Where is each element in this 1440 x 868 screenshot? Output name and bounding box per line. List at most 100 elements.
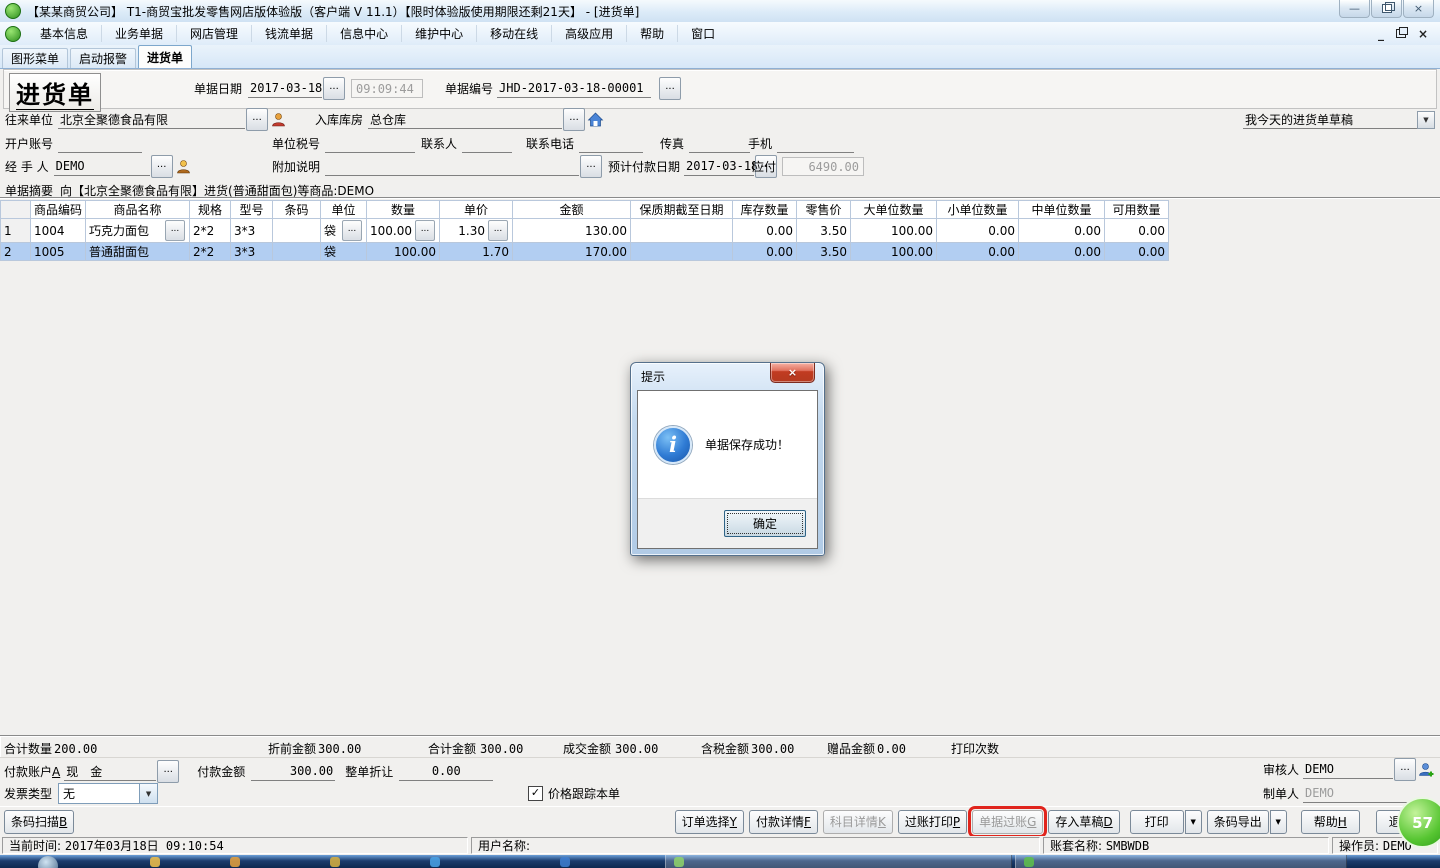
taskbar-icon[interactable] [150,857,160,867]
menu-item-cashflow-docs[interactable]: 钱流单据 [252,25,327,42]
fax-input[interactable] [689,135,750,153]
items-table: 商品编码 商品名称 规格 型号 条码 单位 数量 单价 金额 保质期截至日期 库… [0,200,1169,261]
warehouse-input[interactable]: 总仓库 [368,111,562,129]
post-print-button[interactable]: 过账打印P [898,810,967,834]
price-track-option[interactable]: 价格跟踪本单 [528,784,620,803]
draft-dropdown-arrow-icon[interactable]: ▼ [1417,111,1435,129]
menu-item-basic-info[interactable]: 基本信息 [27,25,102,42]
info-icon: i [654,426,692,464]
taskbar-icon[interactable] [330,857,340,867]
barcode-export-button[interactable]: 条码导出 [1207,810,1269,834]
qty-picker-button[interactable]: ... [415,220,435,241]
barcode-scan-button[interactable]: 条码扫描B [4,810,74,834]
col-header: 大单位数量 [851,201,937,219]
menu-item-business-docs[interactable]: 业务单据 [102,25,177,42]
vendor-person-icon[interactable] [270,112,287,128]
status-bar: 当前时间: 2017年03月18日 09:10:54 用户名称: 账套名称: S… [0,836,1440,855]
restore-button[interactable] [1371,0,1402,18]
warehouse-home-icon[interactable] [587,112,604,128]
mdi-close-button[interactable]: × [1418,27,1428,41]
invoice-type-select[interactable]: 无 ▼ [58,783,158,804]
vendor-picker-button[interactable]: ... [246,108,268,131]
discount-input[interactable]: 0.00 [399,763,493,781]
tel-input[interactable] [579,135,643,153]
taskbar-icon[interactable] [230,857,240,867]
print-dropdown-arrow-icon[interactable]: ▼ [1185,810,1202,834]
handler-picker-button[interactable]: ... [151,155,173,178]
doc-no-label: 单据编号 [445,80,493,97]
taskbar-app-button[interactable] [1015,855,1347,868]
tab-graphic-menu[interactable]: 图形菜单 [2,48,68,68]
tab-startup-alarm[interactable]: 启动报警 [70,48,136,68]
menu-item-advanced[interactable]: 高级应用 [552,25,627,42]
taskbar-icon[interactable] [430,857,440,867]
order-select-button[interactable]: 订单选择Y [675,810,744,834]
tax-no-input[interactable] [325,135,415,153]
print-button[interactable]: 打印 [1130,810,1184,834]
taxed-amount-label: 含税金额 [701,740,749,757]
doc-date-field[interactable]: 2017-03-18 [248,80,322,98]
row-header-icon [1,201,31,219]
pay-account-picker-button[interactable]: ... [157,760,179,783]
save-draft-button[interactable]: 存入草稿D [1048,810,1119,834]
table-row-selected[interactable]: 2 1005 普通甜面包 2*2 3*3 袋 100.00 1.70 170.0… [1,243,1169,261]
mdi-minimize-button[interactable]: _ [1378,27,1384,41]
vendor-input[interactable]: 北京全聚德食品有限 [58,111,245,129]
pay-account-input[interactable]: 现 金 [64,763,156,781]
doc-no-picker-button[interactable]: ... [659,77,681,100]
message-dialog: 提示 × i 单据保存成功！ 确定 [630,362,825,556]
warehouse-picker-button[interactable]: ... [563,108,585,131]
pay-date-input[interactable]: 2017-03-18 [684,158,754,176]
col-header: 商品编码 [31,201,86,219]
start-orb-icon[interactable] [38,856,58,868]
mdi-restore-button[interactable] [1396,29,1406,38]
help-button[interactable]: 帮助H [1301,810,1360,834]
bank-account-input[interactable] [58,135,142,153]
draft-dropdown[interactable]: 我今天的进货单草稿 ▼ [1243,110,1435,129]
price-track-checkbox[interactable] [528,786,543,801]
contact-input[interactable] [462,135,512,153]
auditor-person-add-icon[interactable] [1418,762,1435,778]
maker-label: 制单人 [1263,785,1299,802]
deal-amount-value: 300.00 [615,742,658,756]
table-row[interactable]: 1 1004 巧克力面包... 2*2 3*3 袋... 100.00... 1… [1,219,1169,243]
doc-header: 进货单 单据日期 2017-03-18 ... 09:09:44 单据编号 JH… [3,69,1437,109]
handler-input[interactable]: DEMO [54,158,150,176]
taskbar-app-button[interactable] [665,855,1012,868]
menu-item-mobile[interactable]: 移动在线 [477,25,552,42]
close-button[interactable]: × [1403,0,1434,18]
menu-item-help[interactable]: 帮助 [627,25,678,42]
invoice-dropdown-arrow-icon[interactable]: ▼ [139,784,157,803]
ok-button[interactable]: 确定 [724,510,806,537]
tab-purchase-order[interactable]: 进货单 [138,45,192,68]
mobile-input[interactable] [777,135,854,153]
notification-badge[interactable]: 57 [1397,797,1440,848]
button-bar: 条码扫描B 订单选择Y 付款详情F 科目详情K 过账打印P 单据过账G 存入草稿… [0,806,1440,836]
note-input[interactable] [325,158,579,176]
price-picker-button[interactable]: ... [488,220,508,241]
auditor-picker-button[interactable]: ... [1394,758,1416,781]
minimize-button[interactable]: — [1339,0,1370,18]
item-picker-button[interactable]: ... [165,220,185,241]
menu-item-shop-mgmt[interactable]: 网店管理 [177,25,252,42]
doc-date-picker-button[interactable]: ... [323,77,345,100]
current-time: 2017年03月18日 09:10:54 [65,837,224,854]
contact-row: 开户账号 [5,134,142,153]
menu-item-maintenance[interactable]: 维护中心 [402,25,477,42]
doc-no-field[interactable]: JHD-2017-03-18-00001 [497,80,651,98]
pay-amount-label: 付款金额 [197,763,245,780]
note-picker-button[interactable]: ... [580,155,602,178]
windows-taskbar[interactable] [0,855,1440,868]
unit-picker-button[interactable]: ... [342,220,362,241]
auditor-input[interactable]: DEMO [1303,761,1393,779]
pay-amount-input[interactable]: 300.00 [251,763,335,781]
menu-item-info-center[interactable]: 信息中心 [327,25,402,42]
menu-item-window[interactable]: 窗口 [678,25,728,42]
title-bar: 【某某商贸公司】 T1-商贸宝批发零售网店版体验版（客户端 V 11.1）【限时… [0,0,1440,23]
col-header: 数量 [367,201,440,219]
taskbar-icon[interactable] [560,857,570,867]
payment-detail-button[interactable]: 付款详情F [749,810,818,834]
dialog-close-button[interactable]: × [770,363,815,383]
barcode-export-dropdown-arrow-icon[interactable]: ▼ [1270,810,1287,834]
handler-person-icon[interactable] [175,159,192,175]
